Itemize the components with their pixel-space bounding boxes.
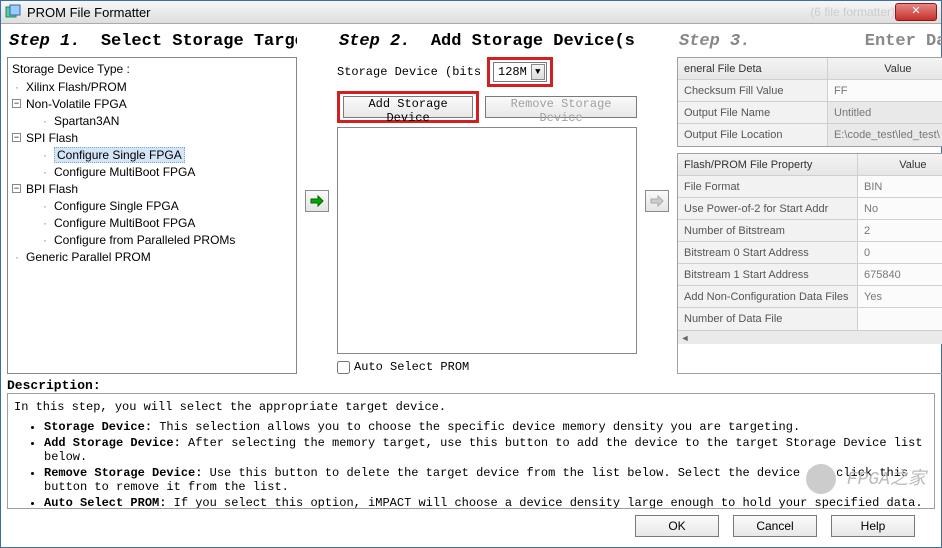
remove-storage-device-button[interactable]: Remove Storage Device: [485, 96, 637, 118]
prom-property-table: Flash/PROM File PropertyValue File Forma…: [677, 153, 942, 374]
step1-header: Step 1. Select Storage Target: [7, 28, 297, 57]
description-box: In this step, you will select the approp…: [7, 393, 935, 509]
horizontal-scrollbar[interactable]: ◄►: [678, 330, 942, 344]
storage-type-tree[interactable]: Storage Device Type : Xilinx Flash/PROM …: [7, 57, 297, 374]
close-button[interactable]: ✕: [895, 3, 937, 21]
subtitle-ghost: (6 file formatter): [810, 5, 895, 19]
help-button[interactable]: Help: [831, 515, 915, 537]
num-datafile-value[interactable]: [858, 308, 942, 330]
add-storage-device-button[interactable]: Add Storage Device: [343, 96, 473, 118]
highlight-size: 128M ▼: [487, 57, 553, 87]
next-step2-button[interactable]: [645, 190, 669, 212]
tree-spi-single[interactable]: Configure Single FPGA: [40, 147, 292, 164]
file-format-value[interactable]: BIN: [858, 176, 942, 197]
description-intro: In this step, you will select the approp…: [14, 400, 928, 414]
collapse-icon[interactable]: −: [12, 184, 21, 193]
add-nonconfig-value[interactable]: Yes: [858, 286, 942, 307]
window-title: PROM File Formatter: [27, 5, 800, 20]
prop-key: Output File Location: [678, 124, 828, 146]
tree-spi-multiboot[interactable]: Configure MultiBoot FPGA: [40, 164, 292, 181]
prop-key: Checksum Fill Value: [678, 80, 828, 101]
collapse-icon[interactable]: −: [12, 99, 21, 108]
storage-size-select[interactable]: 128M ▼: [493, 62, 547, 82]
tree-bpi-parallel[interactable]: Configure from Paralleled PROMs: [40, 232, 292, 249]
step3-header: Step 3.Enter Data: [677, 28, 942, 57]
checksum-fill-value[interactable]: FF: [828, 80, 942, 101]
next-step1-button[interactable]: [305, 190, 329, 212]
tree-title: Storage Device Type :: [12, 62, 292, 76]
col-header: Flash/PROM File Property: [678, 154, 858, 175]
prop-key: File Format: [678, 176, 858, 197]
storage-size-label: Storage Device (bits: [337, 65, 481, 79]
col-header: Value: [858, 154, 942, 175]
chevron-down-icon: ▼: [531, 64, 545, 80]
output-file-name[interactable]: Untitled: [828, 102, 942, 123]
output-file-location[interactable]: E:\code_test\led_test\📁: [828, 124, 942, 146]
desc-item: Remove Storage Device: Use this button t…: [44, 466, 928, 494]
file-details-table: eneral File DetaValue Checksum Fill Valu…: [677, 57, 942, 147]
ok-button[interactable]: OK: [635, 515, 719, 537]
bitstream0-addr-value[interactable]: 0: [858, 242, 942, 263]
num-bitstream-value[interactable]: 2: [858, 220, 942, 241]
col-header: eneral File Deta: [678, 58, 828, 79]
step2-header: Step 2. Add Storage Device(s): [337, 28, 637, 57]
arrow-right-icon: [650, 195, 664, 207]
tree-xilinx[interactable]: Xilinx Flash/PROM: [12, 79, 292, 96]
prop-key: Number of Data File: [678, 308, 858, 330]
col-header: Value: [828, 58, 942, 79]
device-list[interactable]: [337, 127, 637, 354]
prop-key: Bitstream 0 Start Address: [678, 242, 858, 263]
auto-select-prom-checkbox[interactable]: [337, 361, 350, 374]
prop-key: Use Power-of-2 for Start Addr: [678, 198, 858, 219]
tree-spartan3an[interactable]: Spartan3AN: [40, 113, 292, 130]
bitstream1-addr-value[interactable]: 675840: [858, 264, 942, 285]
cancel-button[interactable]: Cancel: [733, 515, 817, 537]
tree-bpi-multiboot[interactable]: Configure MultiBoot FPGA: [40, 215, 292, 232]
app-icon: [5, 4, 21, 20]
tree-generic-prom[interactable]: Generic Parallel PROM: [12, 249, 292, 266]
prop-key: Number of Bitstream: [678, 220, 858, 241]
highlight-add: Add Storage Device: [337, 91, 479, 123]
desc-item: Storage Device: This selection allows yo…: [44, 420, 928, 434]
description-label: Description:: [7, 378, 935, 393]
desc-item: Add Storage Device: After selecting the …: [44, 436, 928, 464]
arrow-right-icon: [310, 195, 324, 207]
power2-value[interactable]: No: [858, 198, 942, 219]
scroll-left-icon: ◄: [678, 333, 692, 343]
tree-spi-flash[interactable]: −SPI Flash Configure Single FPGA Configu…: [12, 130, 292, 181]
desc-item: Auto Select PROM: If you select this opt…: [44, 496, 928, 509]
tree-bpi-single[interactable]: Configure Single FPGA: [40, 198, 292, 215]
prop-key: Output File Name: [678, 102, 828, 123]
tree-nonvolatile[interactable]: −Non-Volatile FPGA Spartan3AN: [12, 96, 292, 130]
tree-bpi-flash[interactable]: −BPI Flash Configure Single FPGA Configu…: [12, 181, 292, 249]
collapse-icon[interactable]: −: [12, 133, 21, 142]
titlebar: PROM File Formatter (6 file formatter) ✕: [1, 1, 941, 24]
auto-select-label: Auto Select PROM: [354, 360, 469, 374]
prop-key: Bitstream 1 Start Address: [678, 264, 858, 285]
prop-key: Add Non-Configuration Data Files: [678, 286, 858, 307]
